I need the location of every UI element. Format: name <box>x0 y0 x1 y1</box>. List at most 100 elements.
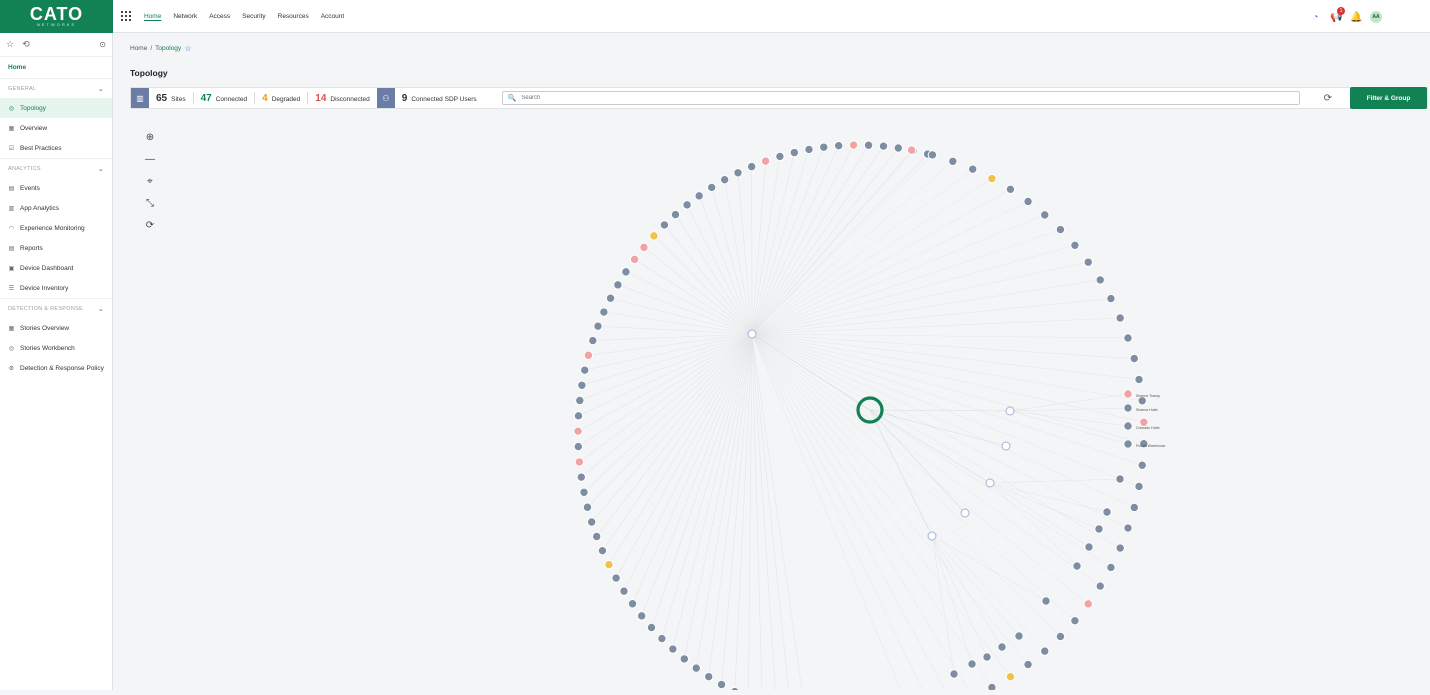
sidebar-section-detection-response[interactable]: DETECTION & RESPONSE⌄ <box>0 298 112 318</box>
link-line <box>752 334 1088 604</box>
nav-network[interactable]: Network <box>173 13 197 20</box>
link-line <box>752 334 1100 586</box>
dashboard-icon: ▣ <box>8 265 15 272</box>
sidebar-item-experience-monitoring[interactable]: ◠Experience Monitoring <box>0 218 112 238</box>
sidebar-item-app-analytics[interactable]: ▥App Analytics <box>0 198 112 218</box>
site-node <box>1071 241 1079 249</box>
stat-degraded[interactable]: 4 Degraded <box>255 93 307 104</box>
zoom-in-icon[interactable]: ⊕ <box>144 132 156 143</box>
site-node <box>776 152 784 160</box>
ai-assistant-icon[interactable]: ◔ <box>1310 12 1321 23</box>
link-line <box>752 145 869 334</box>
stat-sdp-users[interactable]: 9 Connected SDP Users <box>395 93 484 104</box>
stat-connected[interactable]: 47 Connected <box>194 93 255 104</box>
link-line <box>582 334 752 385</box>
site-node <box>968 165 976 173</box>
sidebar-item-topology[interactable]: ◎Topology <box>0 98 112 118</box>
site-node <box>1124 440 1132 448</box>
collapse-arrows-icon[interactable]: ⤡ <box>144 198 156 209</box>
nav-access[interactable]: Access <box>209 13 230 20</box>
site-node <box>1096 582 1104 590</box>
site-node <box>1138 461 1146 469</box>
sidebar-item-device-inventory[interactable]: ☰Device Inventory <box>0 278 112 298</box>
sidebar-item-events[interactable]: ▤Events <box>0 178 112 198</box>
reset-icon[interactable]: ⟳ <box>144 220 156 231</box>
link-line <box>752 334 1075 621</box>
search-box[interactable]: 🔍 <box>502 91 1300 105</box>
collapse-sidebar-icon[interactable]: ⊙ <box>99 40 106 49</box>
sidebar-item-best-practices[interactable]: ☑Best Practices <box>0 138 112 158</box>
user-avatar[interactable]: AA <box>1370 11 1382 23</box>
link-line <box>752 334 1060 636</box>
bell-icon[interactable]: 🔔 <box>1350 12 1361 23</box>
topbar-actions: ◔ 📢1 🔔 AA <box>1310 11 1382 23</box>
sidebar-item-overview[interactable]: ▦Overview <box>0 118 112 138</box>
site-node <box>1116 544 1124 552</box>
site-node <box>658 634 666 642</box>
site-node <box>584 351 592 359</box>
cato-logo[interactable]: CATO NETWORKS <box>0 0 113 33</box>
site-node <box>720 176 728 184</box>
favorite-star-icon[interactable]: ☆ <box>184 44 191 53</box>
chevron-down-icon[interactable]: ⌄ <box>98 305 104 313</box>
breadcrumb-current[interactable]: Topology <box>155 45 181 52</box>
zoom-out-icon[interactable]: — <box>144 154 156 165</box>
favorites-star-icon[interactable]: ☆ <box>6 39 14 50</box>
nav-home[interactable]: Home <box>144 13 161 20</box>
search-input[interactable] <box>521 95 1293 101</box>
site-node <box>594 322 602 330</box>
stat-sites[interactable]: 65 Sites <box>149 93 193 104</box>
filter-group-button[interactable]: Filter & Group <box>1350 87 1427 109</box>
sidebar-item-stories-workbench[interactable]: ◎Stories Workbench <box>0 338 112 358</box>
site-node <box>998 643 1006 651</box>
site-node <box>1116 475 1124 483</box>
link-line <box>752 334 762 690</box>
link-line <box>752 280 1100 334</box>
nav-resources[interactable]: Resources <box>278 13 309 20</box>
center-icon[interactable]: ⌖ <box>144 176 156 187</box>
degraded-count: 4 <box>262 93 268 104</box>
sidebar-section-analytics[interactable]: ANALYTICS⌄ <box>0 158 112 178</box>
breadcrumb: Home / Topology ☆ <box>130 44 191 53</box>
sidebar-home[interactable]: Home <box>0 57 112 78</box>
site-node <box>588 518 596 526</box>
sidebar-item-reports[interactable]: ▤Reports <box>0 238 112 258</box>
site-node <box>612 574 620 582</box>
sidebar-item-label: Device Dashboard <box>20 265 73 272</box>
sidebar-item-detection-response-policy[interactable]: ⚙Detection & Response Policy <box>0 358 112 378</box>
announcements-icon[interactable]: 📢1 <box>1330 12 1341 23</box>
topology-canvas[interactable]: ⊕ — ⌖ ⤡ ⟳ Sharma TranspSharma HubbColora… <box>114 111 1430 690</box>
topology-graph[interactable]: Sharma TranspSharma HubbColorado HubbFlo… <box>114 111 1430 690</box>
stories-icon: ▦ <box>8 325 15 332</box>
nav-account[interactable]: Account <box>321 13 345 20</box>
app-launcher-icon[interactable] <box>121 11 131 21</box>
link-line <box>584 334 752 492</box>
site-node <box>605 560 613 568</box>
chevron-down-icon[interactable]: ⌄ <box>98 85 104 93</box>
breadcrumb-home[interactable]: Home <box>130 45 147 52</box>
refresh-icon[interactable]: ⟳ <box>1324 93 1332 104</box>
site-node <box>575 458 583 466</box>
site-node <box>581 366 589 374</box>
link-line <box>752 146 883 334</box>
hub-link <box>870 410 965 513</box>
site-label: Sharma Transp <box>1136 394 1160 398</box>
site-node <box>950 670 958 678</box>
chevron-down-icon[interactable]: ⌄ <box>98 165 104 173</box>
sidebar-item-label: Stories Workbench <box>20 345 75 352</box>
sidebar-item-device-dashboard[interactable]: ▣ Device Dashboard <box>0 258 112 278</box>
link-line <box>675 215 752 334</box>
stat-disconnected[interactable]: 14 Disconnected <box>308 93 377 104</box>
zoom-toolbar: ⊕ — ⌖ ⤡ ⟳ <box>144 132 156 231</box>
sidebar-section-general[interactable]: GENERAL⌄ <box>0 78 112 98</box>
site-node <box>1006 672 1014 680</box>
link-line <box>752 155 932 334</box>
history-icon[interactable]: ⟲ <box>22 39 30 50</box>
link-line <box>752 334 1144 444</box>
site-node <box>988 683 996 690</box>
group-node <box>1006 407 1014 415</box>
site-node <box>1042 597 1050 605</box>
nav-security[interactable]: Security <box>242 13 265 20</box>
link-line <box>752 334 1120 548</box>
sidebar-item-stories-overview[interactable]: ▦Stories Overview <box>0 318 112 338</box>
